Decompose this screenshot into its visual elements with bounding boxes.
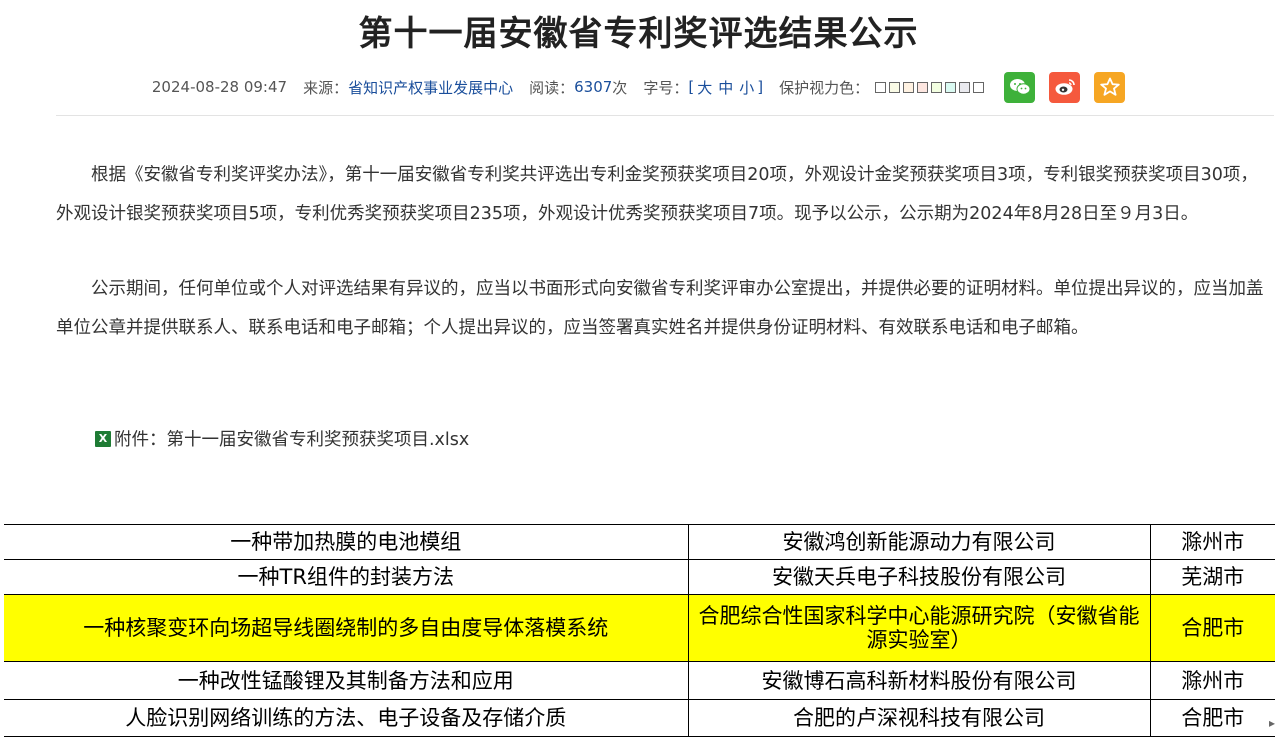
results-table: 一种带加热膜的电池模组 安徽鸿创新能源动力有限公司 滁州市 一种TR组件的封装方法 安徽… (4, 524, 1275, 737)
paragraph-2: 公示期间，任何单位或个人对评选结果有异议的，应当以书面形式向安徽省专利奖评审办公… (56, 279, 1264, 338)
source-label: 来源： (303, 78, 349, 97)
table-row: 一种带加热膜的电池模组 安徽鸿创新能源动力有限公司 滁州市 (4, 524, 1275, 560)
project-cell: 人脸识别网络训练的方法、电子设备及存储介质 (4, 699, 689, 737)
page-title: 第十一届安徽省专利奖评选结果公示 (358, 14, 919, 54)
wechat-icon (1009, 79, 1031, 95)
font-small-button[interactable]: 小 (739, 77, 754, 98)
reads-unit: 次 (612, 78, 628, 97)
company-cell: 合肥的卢深视科技有限公司 (687, 699, 1151, 737)
project-cell: 一种改性锰酸锂及其制备方法和应用 (4, 661, 689, 700)
company-cell: 安徽鸿创新能源动力有限公司 (687, 524, 1151, 560)
eye-color-swatch[interactable] (945, 81, 957, 93)
eye-color-swatch[interactable] (917, 81, 929, 93)
share-buttons (1004, 71, 1126, 103)
eye-color-swatch[interactable] (903, 81, 915, 93)
font-large-button[interactable]: 大 (697, 77, 712, 98)
eye-color-swatch[interactable] (931, 81, 943, 93)
company-cell: 安徽天兵电子科技股份有限公司 (687, 559, 1151, 595)
weibo-share-button[interactable] (1049, 71, 1081, 103)
font-medium-button[interactable]: 中 (718, 77, 733, 98)
eye-color-swatch[interactable] (875, 81, 887, 93)
city-cell: 芜湖市 (1149, 559, 1275, 595)
company-cell: 合肥综合性国家科学中心能源研究院（安徽省能源实验室） (687, 594, 1151, 662)
eye-color-swatch[interactable] (889, 81, 901, 93)
attachment-label: 附件： (114, 430, 167, 450)
font-bracket-open: [ (688, 78, 695, 96)
table-row: 一种改性锰酸锂及其制备方法和应用 安徽博石高科新材料股份有限公司 滁州市 (4, 661, 1275, 700)
project-cell: 一种TR组件的封装方法 (4, 559, 689, 595)
publish-date: 2024-08-28 09:47 (151, 78, 288, 96)
table-row: 人脸识别网络训练的方法、电子设备及存储介质 合肥的卢深视科技有限公司 合肥市 (4, 699, 1275, 737)
city-cell: 滁州市 (1149, 524, 1275, 560)
reads-label: 阅读： (529, 78, 575, 97)
project-cell: 一种核聚变环向场超导线圈绕制的多自由度导体落模系统 (4, 594, 689, 662)
eye-color-label: 保护视力色： (779, 78, 870, 97)
star-icon (1099, 77, 1120, 96)
source-link[interactable]: 省知识产权事业发展中心 (348, 77, 513, 98)
eye-color-swatches (875, 81, 985, 93)
font-bracket-close: ] (757, 78, 764, 96)
city-cell: 滁州市 (1149, 661, 1275, 700)
attachment-filename[interactable]: 第十一届安徽省专利奖预获奖项目.xlsx (167, 426, 470, 451)
scroll-indicator[interactable]: ▸ (1269, 716, 1275, 730)
table-row: 一种TR组件的封装方法 安徽天兵电子科技股份有限公司 芜湖市 (4, 559, 1275, 595)
project-cell: 一种带加热膜的电池模组 (4, 524, 689, 560)
city-cell: 合肥市 (1149, 699, 1275, 737)
excel-file-icon: X (95, 430, 111, 447)
attachment-link[interactable]: X 附件： 第十一届安徽省专利奖预获奖项目.xlsx (95, 426, 469, 451)
favorite-button[interactable] (1094, 71, 1126, 103)
font-size-label: 字号： (643, 78, 689, 97)
article-meta: 2024-08-28 09:47 来源： 省知识产权事业发展中心 阅读： 630… (0, 71, 1277, 103)
meta-divider (56, 115, 1274, 116)
wechat-share-button[interactable] (1004, 71, 1036, 103)
paragraph-1: 根据《安徽省专利奖评奖办法》，第十一届安徽省专利奖共评选出专利金奖预获奖项目20… (56, 165, 1258, 224)
table-row: 一种核聚变环向场超导线圈绕制的多自由度导体落模系统 合肥综合性国家科学中心能源研究… (4, 594, 1275, 662)
eye-color-swatch[interactable] (959, 81, 971, 93)
company-cell: 安徽博石高科新材料股份有限公司 (687, 661, 1151, 700)
reads-count: 6307 (574, 78, 613, 96)
weibo-icon (1055, 79, 1075, 95)
eye-color-swatch[interactable] (973, 81, 985, 93)
city-cell: 合肥市 (1149, 594, 1275, 662)
